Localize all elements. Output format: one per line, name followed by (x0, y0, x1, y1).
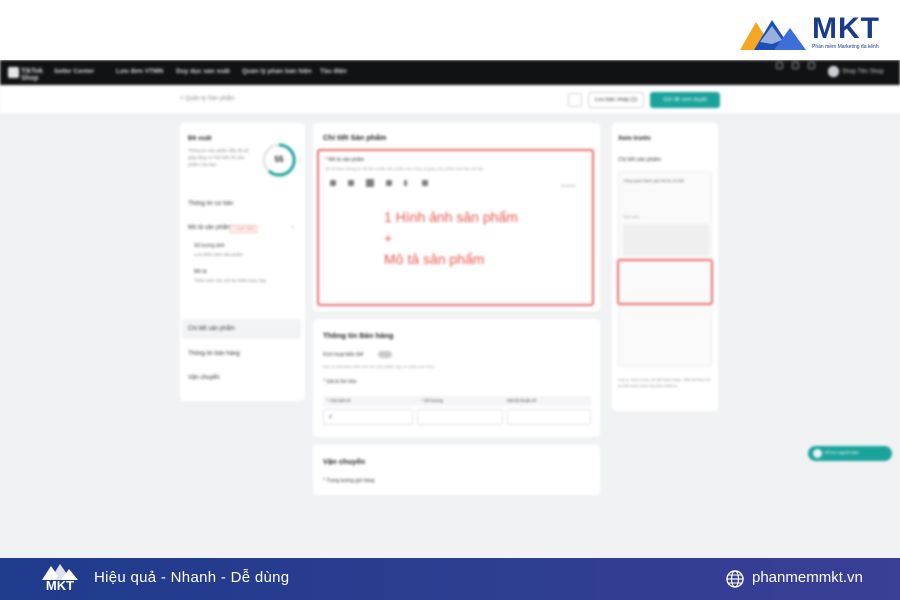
sub-header: < Quản lý Sản phẩm Lưu bản nháp (1) Gửi … (0, 85, 900, 115)
brand-name: MKT (812, 12, 880, 45)
footer-website[interactable]: phanmemmkt.vn (752, 569, 863, 586)
nav-item-2[interactable]: Lưu đơn VTMN (116, 68, 163, 75)
price-input[interactable]: đ (323, 409, 413, 425)
settings-icon[interactable] (568, 93, 582, 107)
submit-review-button[interactable]: Gửi đề xem duyệt (650, 92, 720, 108)
bell-icon[interactable] (808, 62, 815, 69)
card-title: Vận chuyển (323, 457, 366, 466)
preview-tabs[interactable]: Tổng quan Đánh giá Mô tả Chi tiết (623, 178, 684, 183)
quantity-input[interactable] (417, 409, 503, 425)
sidebar-item-detail-product[interactable]: Chi tiết sản phẩm (188, 326, 235, 332)
help-button[interactable]: Hỗ trợ người bán (808, 446, 892, 461)
sidebar-item-sales-info[interactable]: Thông tin bán hàng (188, 351, 240, 357)
sidebar-item-shipping[interactable]: Vận chuyển (188, 375, 220, 381)
footer-logo-word: MKT (45, 578, 75, 593)
table-header: * Giá bán lẻ * Số lượng Mã kỹ thuật số (323, 396, 591, 406)
column-header-price: * Giá bán lẻ (327, 398, 351, 403)
suggestion-description: Thông tin sản phẩm đầy đủ sẽ giúp tăng c… (188, 148, 249, 167)
mkt-logo: MKT Phần mềm Marketing đa kênh (740, 12, 890, 54)
package-weight-label: * Trọng lượng gói hàng (323, 478, 375, 484)
message-icon[interactable] (792, 62, 799, 69)
save-draft-button[interactable]: Lưu bản nháp (1) (588, 92, 644, 108)
sales-info-card: Thông tin Bán hàng Kích hoạt biến thể Bạ… (313, 319, 600, 437)
column-header-sku: Mã kỹ thuật số (507, 398, 537, 403)
variant-toggle-label: Kích hoạt biến thể (323, 352, 364, 358)
help-label: Hỗ trợ người bán (824, 450, 859, 455)
variant-hint: Bạn có thể thêm biến thể nếu sản phẩm nà… (323, 364, 435, 369)
preview-image (623, 224, 709, 256)
brand-tagline: Phần mềm Marketing đa kênh (812, 44, 879, 50)
footer-logo: MKT (38, 562, 82, 596)
annotation-line-2: Mô tả sản phẩm (384, 251, 485, 267)
card-title: Chi tiết Sản phẩm (323, 133, 387, 142)
column-header-quantity: * Số lượng (421, 398, 443, 403)
shipping-card: Vận chuyển * Trọng lượng gói hàng (313, 445, 600, 495)
suggestion-title: Đề xuất (188, 135, 212, 142)
nav-item-5[interactable]: Tàu điện (320, 68, 347, 75)
currency-symbol: đ (329, 414, 332, 419)
annotation-plus: + (384, 230, 393, 246)
sku-input[interactable] (507, 409, 591, 425)
card-title: Thông tin Bán hàng (323, 331, 394, 340)
preview-title: Xem trước (618, 135, 652, 142)
tiktok-shop-logo[interactable]: TikTok Shop (8, 67, 43, 82)
sidebar-item-basic-info[interactable]: Thông tin cơ bản (188, 201, 233, 207)
brand-strip: MKT Phần mềm Marketing đa kênh (0, 0, 900, 60)
tiktok-icon (8, 67, 19, 78)
globe-icon (726, 570, 744, 588)
nav-item-4[interactable]: Quản lý phản bản hiện (242, 68, 312, 75)
nav-item-3[interactable]: Duy dục sản xuất (176, 68, 230, 75)
price-stock-label: * Giá & tồn kho (323, 379, 357, 385)
nav-item-seller-center[interactable]: Seller Center (54, 68, 94, 75)
sub-item-image-hint: Lưu thêm ảnh sản phẩm (194, 252, 244, 257)
annotation-line-1: 1 Hình ảnh sản phẩm (384, 209, 518, 225)
score-value: 55 (274, 155, 284, 164)
mkt-mountain-icon (740, 20, 806, 50)
preview-image-label: Hình ảnh (623, 214, 640, 219)
logo-word: TikTok Shop (21, 68, 43, 82)
avatar[interactable] (828, 66, 839, 77)
shop-name[interactable]: Shop Tên Shop (842, 69, 884, 75)
preview-highlight (617, 259, 713, 305)
preview-subtitle: Chi tiết sản phẩm (618, 157, 661, 163)
top-navigation: TikTok Shop Seller Center Lưu đơn VTMN D… (0, 60, 900, 85)
suggestion-panel: Đề xuất Thông tin sản phẩm đầy đủ sẽ giú… (180, 123, 305, 401)
sub-item-image-count: Số lượng ảnh (194, 243, 225, 249)
phone-icon[interactable] (776, 62, 783, 69)
sub-item-description-hint: Thêm ảnh vào mô tả chiến lược hay (194, 278, 267, 283)
status-badge: 1 lượt sửa (230, 225, 257, 233)
description-highlight[interactable] (317, 149, 594, 306)
preview-footnote: Lưu ý: Xem trước chỉ để tham khảo, hiển … (618, 377, 710, 388)
sidebar-item-product-details[interactable]: Mô tả sản phẩm (188, 225, 231, 231)
sub-item-description: Mô tả (194, 269, 207, 275)
seller-center-screenshot: TikTok Shop Seller Center Lưu đơn VTMN D… (0, 60, 900, 558)
chevron-down-icon[interactable]: ⌄ (290, 223, 295, 230)
breadcrumb[interactable]: < Quản lý Sản phẩm (180, 96, 235, 102)
chat-icon (813, 449, 822, 458)
variant-toggle[interactable] (378, 351, 392, 358)
footer-banner: MKT Hiệu quả - Nhanh - Dễ dùng phanmemmk… (0, 558, 900, 600)
footer-slogan: Hiệu quả - Nhanh - Dễ dùng (94, 569, 290, 586)
